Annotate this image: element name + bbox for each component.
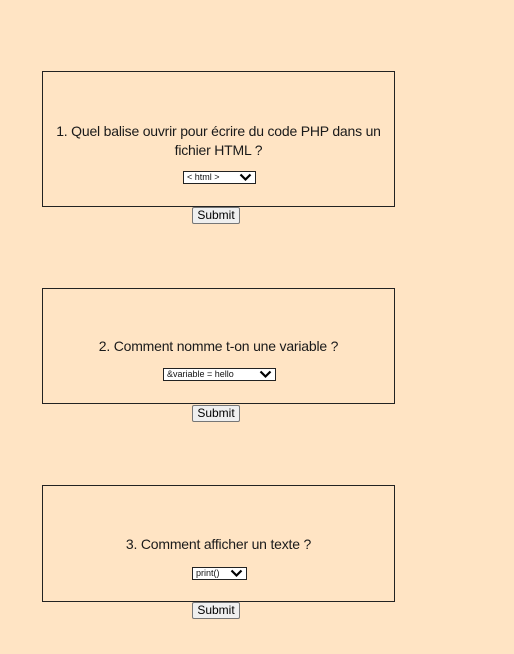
answer-select-2-value: &variable = hello xyxy=(167,369,234,379)
question-text-1: 1. Quel balise ouvrir pour écrire du cod… xyxy=(56,123,381,158)
question-text-2: 2. Comment nomme t-on une variable ? xyxy=(98,338,339,354)
submit-button-3[interactable]: Submit xyxy=(192,602,240,619)
chevron-down-icon xyxy=(259,370,272,379)
answer-select-2[interactable]: &variable = hello xyxy=(163,368,276,381)
question-card-2: 2. Comment nomme t-on une variable ? &va… xyxy=(42,288,395,404)
chevron-down-icon xyxy=(230,569,243,578)
submit-button-2[interactable]: Submit xyxy=(192,405,240,422)
answer-select-3-value: print() xyxy=(196,568,220,578)
answer-select-3[interactable]: print() xyxy=(192,567,247,580)
question-text-3: 3. Comment afficher un texte ? xyxy=(125,536,312,552)
question-card-1: 1. Quel balise ouvrir pour écrire du cod… xyxy=(42,71,395,207)
submit-button-1[interactable]: Submit xyxy=(192,207,240,224)
chevron-down-icon xyxy=(239,173,252,182)
question-card-3: 3. Comment afficher un texte ? print() xyxy=(42,485,395,602)
answer-select-1[interactable]: < html > xyxy=(183,171,256,184)
answer-select-1-value: < html > xyxy=(187,172,220,182)
